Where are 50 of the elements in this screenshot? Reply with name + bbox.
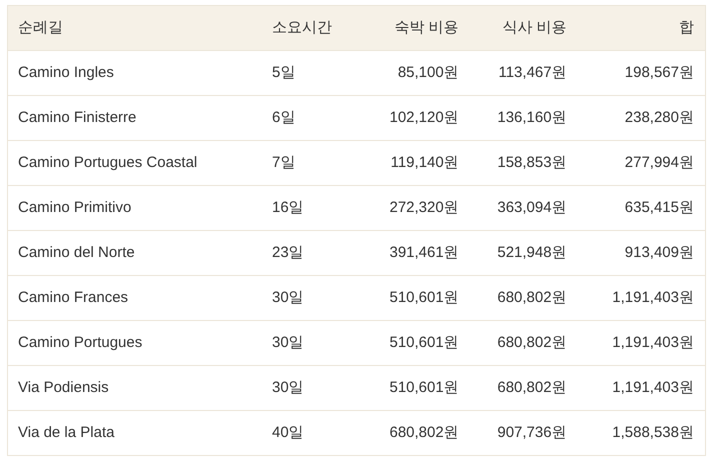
- table-cell: 119,140원: [390, 154, 459, 171]
- column-header: 식사 비용: [502, 18, 567, 36]
- table-cell: 680,802원: [497, 334, 567, 351]
- table-cell: 30일: [272, 334, 304, 351]
- table-cell: 391,461원: [389, 244, 459, 261]
- table-cell: 277,994원: [624, 154, 694, 171]
- table-cell: Via de la Plata: [18, 424, 114, 441]
- table-cell: 913,409원: [624, 244, 694, 261]
- column-header: 순례길: [18, 18, 63, 36]
- table-cell: 16일: [272, 198, 304, 216]
- table-cell: 510,601원: [389, 288, 459, 306]
- table-cell: Camino Primitivo: [18, 198, 132, 216]
- table-cell: 30일: [272, 288, 304, 306]
- table-cell: 272,320원: [389, 198, 459, 216]
- table-cell: Camino Finisterre: [18, 108, 136, 126]
- table-cell: 85,100원: [398, 64, 459, 81]
- table-cell: 635,415원: [624, 198, 694, 216]
- table-cell: 1,588,538원: [612, 424, 694, 441]
- table-cell: 40일: [272, 424, 304, 441]
- table-cell: 158,853원: [497, 154, 567, 171]
- table-cell: 136,160원: [497, 108, 567, 126]
- table-cell: 5일: [272, 64, 296, 81]
- table-cell: Camino del Norte: [18, 244, 135, 261]
- table-cell: Camino Portugues: [18, 334, 142, 351]
- table-cell: 6일: [272, 108, 296, 126]
- table-cell: 680,802원: [497, 378, 567, 396]
- table-cell: Camino Frances: [18, 288, 128, 306]
- table-cell: 238,280원: [624, 108, 694, 126]
- table-cell: 102,120원: [389, 108, 459, 126]
- table-cell: 1,191,403원: [612, 334, 694, 351]
- table-cell: 1,191,403원: [612, 378, 694, 396]
- table-cell: 198,567원: [624, 64, 694, 81]
- column-header: 소요시간: [272, 18, 332, 36]
- table-cell: 23일: [272, 244, 304, 261]
- table-cell: Camino Portugues Coastal: [18, 154, 198, 171]
- column-header: 숙박 비용: [394, 18, 459, 36]
- table-cell: 7일: [272, 154, 296, 171]
- table-cell: 907,736원: [497, 424, 567, 441]
- table-cell: 113,467원: [498, 64, 567, 81]
- table-cell: 510,601원: [389, 334, 459, 351]
- table-cell: 363,094원: [497, 198, 567, 216]
- table-cell: Camino Ingles: [18, 64, 114, 81]
- column-header: 합: [679, 18, 694, 36]
- table-cell: 680,802원: [497, 288, 567, 306]
- table-cell: 521,948원: [497, 244, 567, 261]
- table-cell: 680,802원: [389, 424, 459, 441]
- table-cell: 1,191,403원: [612, 288, 694, 306]
- table-cell: Via Podiensis: [18, 378, 109, 396]
- table-cell: 30일: [272, 378, 304, 396]
- table-cell: 510,601원: [389, 378, 459, 396]
